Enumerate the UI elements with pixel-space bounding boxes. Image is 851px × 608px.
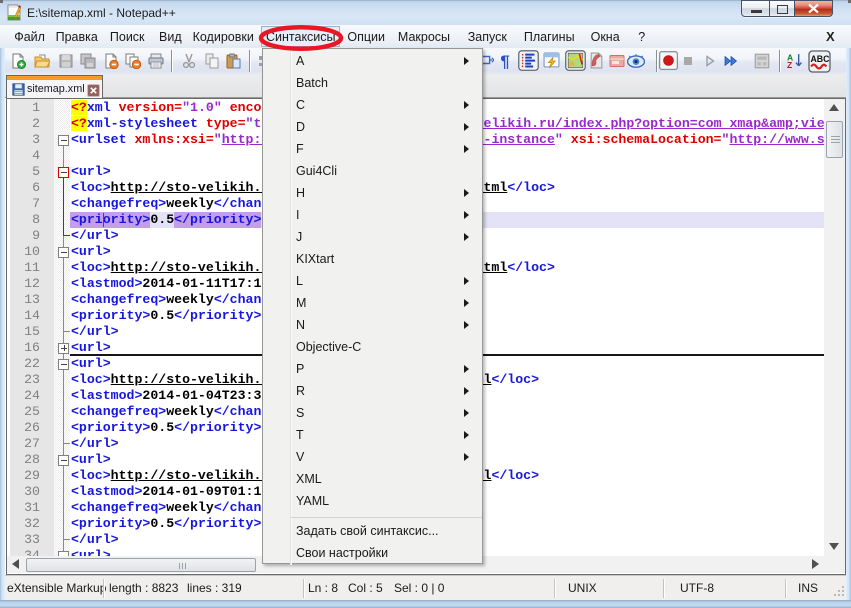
svg-text:¶: ¶: [500, 52, 509, 69]
svg-text:Z: Z: [787, 60, 792, 69]
svg-text:ABC: ABC: [810, 54, 830, 64]
